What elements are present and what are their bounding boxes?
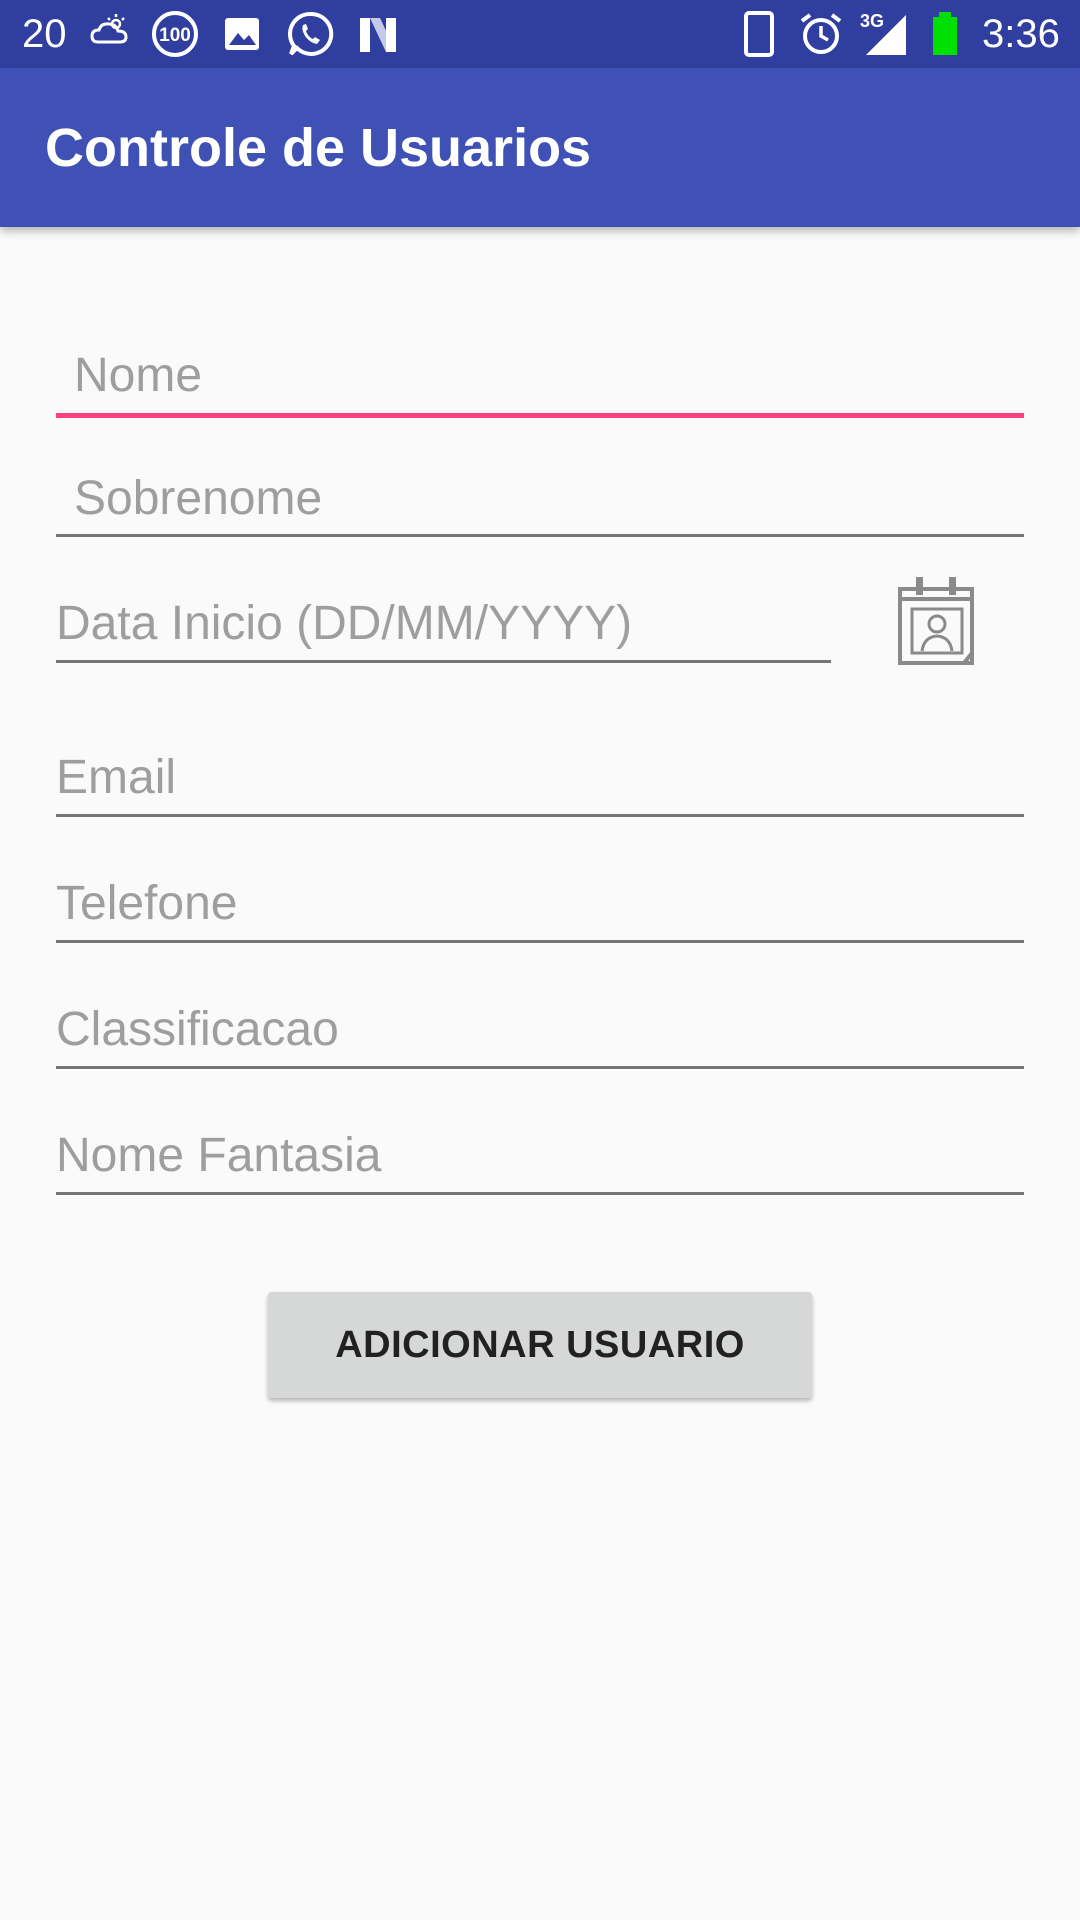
add-user-button[interactable]: ADICIONAR USUARIO (268, 1292, 812, 1398)
data-inicio-input[interactable] (56, 586, 831, 663)
app-title: Controle de Usuarios (45, 117, 592, 178)
image-icon (222, 0, 262, 68)
network-type-label: 3G (860, 11, 884, 31)
svg-text:100: 100 (159, 25, 191, 46)
nome-input[interactable] (56, 338, 1024, 418)
weather-icon (88, 0, 132, 68)
status-clock: 3:36 (982, 11, 1060, 56)
sobrenome-input[interactable] (56, 462, 1024, 537)
alarm-icon (798, 0, 844, 68)
calendar-picker-button[interactable] (894, 573, 984, 673)
calendar-contact-icon (898, 577, 974, 665)
badge-100-icon: 100 (150, 0, 200, 68)
telefone-input[interactable] (56, 866, 1024, 943)
battery-icon (930, 0, 960, 68)
nome-fantasia-input[interactable] (56, 1118, 1024, 1195)
email-input[interactable] (56, 740, 1024, 817)
status-bar: 20 100 3G 3:36 (0, 0, 1080, 68)
app-bar: Controle de Usuarios (0, 68, 1080, 227)
notification-count: 20 (22, 11, 67, 56)
n-icon (356, 0, 400, 68)
classificacao-input[interactable] (56, 992, 1024, 1069)
whatsapp-icon (286, 0, 334, 68)
signal-icon: 3G (860, 0, 910, 68)
phone-icon (742, 0, 776, 68)
